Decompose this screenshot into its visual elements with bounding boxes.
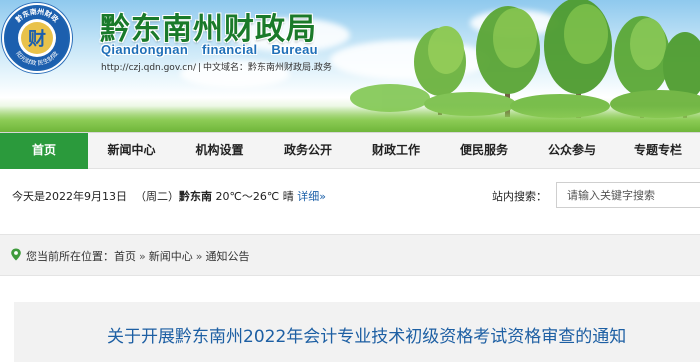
- article-title: 关于开展黔东南州2022年会计专业技术初级资格考试资格审查的通知: [107, 327, 627, 347]
- search-input[interactable]: [556, 182, 700, 208]
- weather-detail-link[interactable]: 详细»: [297, 190, 326, 203]
- weather-city: 黔东南: [179, 190, 212, 203]
- date-weather-line: 今天是2022年9月13日 （周二）黔东南 20℃～26℃ 晴 详细»: [12, 188, 326, 204]
- breadcrumb-separator: »: [195, 249, 203, 263]
- site-subtitle: Qiandongnan financial Bureau: [101, 42, 318, 57]
- breadcrumb-news[interactable]: 新闻中心: [149, 248, 193, 264]
- breadcrumb-bar: 您当前所在位置： 首页 » 新闻中心 » 通知公告: [0, 234, 700, 276]
- logo-glyph: 财: [28, 28, 46, 50]
- chinese-domain: 中文域名：黔东南州财政局.政务: [203, 63, 332, 73]
- current-date: 今天是2022年9月13日: [12, 190, 127, 203]
- nav-item-org[interactable]: 机构设置: [175, 133, 264, 169]
- breadcrumb-notices[interactable]: 通知公告: [205, 248, 249, 264]
- site-url[interactable]: http://czj.qdn.gov.cn/: [101, 63, 196, 73]
- breadcrumb-home[interactable]: 首页: [114, 248, 136, 264]
- site-banner: 黔东南州财政 阳光财政 民生财政 财 黔东南州财政局 Qiandongnan f…: [0, 0, 700, 132]
- nav-item-services[interactable]: 便民服务: [440, 133, 528, 169]
- nav-item-news[interactable]: 新闻中心: [88, 133, 175, 169]
- breadcrumb-prefix: 您当前所在位置：: [26, 250, 114, 263]
- nav-item-home[interactable]: 首页: [0, 133, 88, 169]
- main-nav: 首页 新闻中心 机构设置 政务公开 财政工作 便民服务 公众参与 专题专栏: [0, 132, 700, 169]
- breadcrumb-separator: »: [139, 249, 146, 263]
- grass-strip: [0, 106, 700, 132]
- bureau-logo: 黔东南州财政 阳光财政 民生财政 财: [2, 3, 72, 73]
- breadcrumb: 您当前所在位置： 首页 » 新闻中心 » 通知公告: [10, 248, 249, 264]
- weekday: （周二）: [135, 190, 179, 203]
- nav-item-topics[interactable]: 专题专栏: [616, 133, 700, 169]
- site-urls: http://czj.qdn.gov.cn/| 中文域名：黔东南州财政局.政务: [101, 60, 332, 73]
- nav-item-finance-work[interactable]: 财政工作: [352, 133, 440, 169]
- article-panel: 关于开展黔东南州2022年会计专业技术初级资格考试资格审查的通知: [14, 302, 700, 362]
- weather-temp: 20℃～26℃ 晴: [215, 190, 294, 203]
- url-separator: |: [198, 63, 202, 73]
- nav-item-gov-affairs[interactable]: 政务公开: [264, 133, 352, 169]
- nav-item-public[interactable]: 公众参与: [528, 133, 616, 169]
- location-pin-icon: [10, 248, 22, 264]
- search-label: 站内搜索：: [492, 190, 547, 203]
